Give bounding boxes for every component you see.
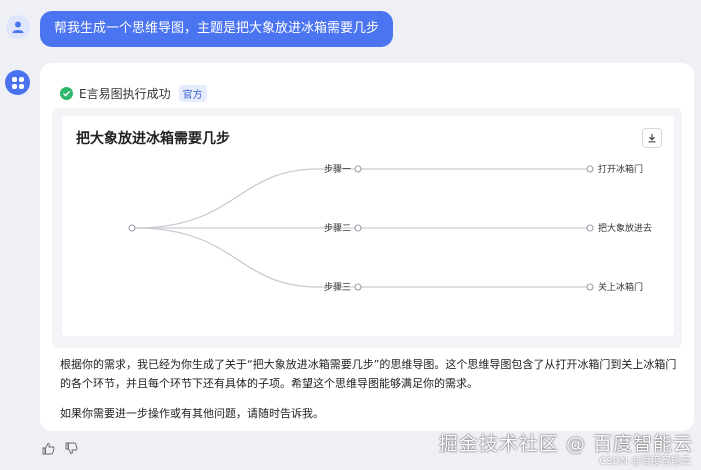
thumbs-up-icon [42, 443, 55, 455]
watermark-sub: CSDN @百度智能云 [599, 456, 691, 467]
check-circle-icon [60, 87, 73, 100]
mindmap-leaf-label: 把大象放进去 [598, 222, 652, 234]
user-avatar [6, 15, 30, 39]
download-button[interactable] [642, 128, 662, 148]
mindmap-title: 把大象放进冰箱需要几步 [76, 131, 230, 147]
mindmap-leaf-label: 打开冰箱门 [598, 163, 643, 175]
plugin-status-text: E言易图执行成功 [79, 87, 171, 101]
mindmap-step-label: 步骤三 [324, 282, 351, 293]
mindmap-step-label: 步骤一 [324, 164, 351, 175]
bot-avatar [5, 70, 30, 95]
reply-card: E言易图执行成功 官方 步骤一 打开冰箱门步骤二 把大象放进去步骤三 关上冰箱门 把大… [40, 63, 694, 431]
feedback-actions [42, 440, 78, 459]
download-icon [648, 134, 656, 143]
official-badge: 官方 [178, 85, 207, 102]
mindmap-step-node [354, 165, 362, 173]
mindmap-leaf-node [586, 165, 594, 173]
mindmap-step-node [354, 283, 362, 291]
mindmap-step-label: 步骤二 [324, 223, 351, 234]
user-message-bubble: 帮我生成一个思维导图，主题是把大象放进冰箱需要几步 [40, 11, 394, 47]
grid-icon [11, 76, 24, 89]
dislike-button[interactable] [65, 440, 78, 459]
person-icon [12, 21, 24, 33]
reply-paragraph-1: 根据你的需求，我已经为你生成了关于“把大象放进冰箱需要几步”的思维导图。这个思维… [60, 358, 677, 390]
mindmap-edge [134, 227, 355, 288]
mindmap-root-node [128, 224, 136, 232]
mindmap-leaf-label: 关上冰箱门 [598, 281, 643, 293]
mindmap-edge [134, 168, 355, 229]
mindmap-step-node [354, 224, 362, 232]
plugin-status: E言易图执行成功 官方 [60, 85, 207, 102]
reply-paragraph-2: 如果你需要进一步操作或有其他问题，请随时告诉我。 [60, 407, 324, 420]
thumbs-down-icon [65, 442, 78, 454]
mindmap-canvas[interactable]: 步骤一 打开冰箱门步骤二 把大象放进去步骤三 关上冰箱门 把大象放进冰箱需要几步 [62, 116, 674, 336]
mindmap-leaf-node [586, 224, 594, 232]
mindmap-diagram: 步骤一 打开冰箱门步骤二 把大象放进去步骤三 关上冰箱门 [128, 163, 652, 293]
like-button[interactable] [42, 440, 55, 459]
mindmap-leaf-node [586, 283, 594, 291]
mindmap-frame: 步骤一 打开冰箱门步骤二 把大象放进去步骤三 关上冰箱门 把大象放进冰箱需要几步 [52, 108, 682, 348]
